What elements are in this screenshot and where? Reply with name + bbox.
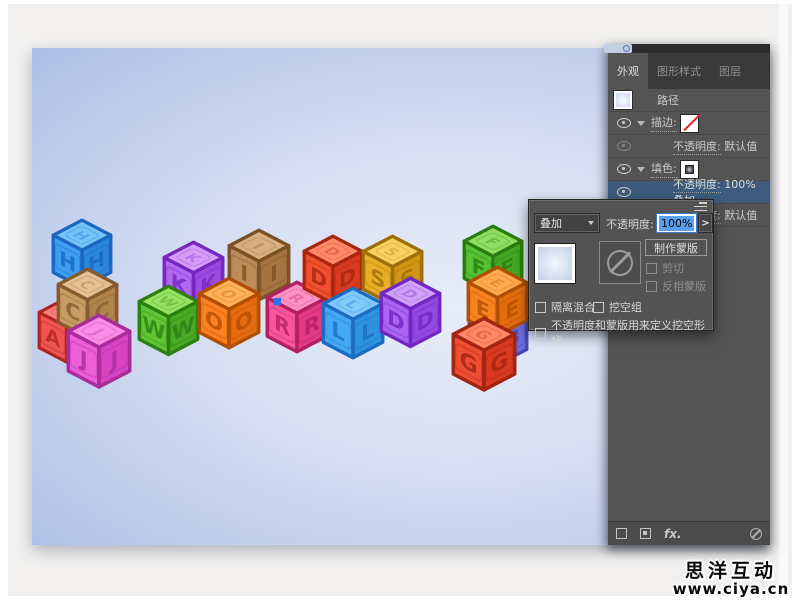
fill-gradient-swatch[interactable] (681, 161, 698, 178)
knockout-group-checkbox[interactable] (593, 302, 604, 313)
opacity-spinner-button[interactable]: > (698, 213, 713, 233)
eye-icon (617, 187, 631, 197)
popup-menu-icon[interactable] (694, 202, 707, 211)
letter-block-o[interactable]: OOO (198, 277, 260, 350)
chevron-down-icon[interactable] (637, 167, 645, 172)
clip-checkbox (646, 263, 657, 274)
row-stroke-opacity[interactable]: 不透明度: 默认值 (608, 135, 770, 158)
isolate-blending-checkbox-row[interactable]: 隔离混合 (535, 299, 595, 315)
stroke-none-swatch[interactable] (681, 115, 698, 132)
collapse-circle-icon (623, 45, 630, 52)
invert-mask-checkbox-row: 反相蒙版 (646, 278, 706, 294)
knockout-shape-checkbox[interactable] (535, 328, 546, 339)
row-stroke[interactable]: 描边: (608, 112, 770, 135)
panel-collapse-nub[interactable] (604, 44, 632, 53)
add-effect-fx-icon[interactable]: fx. (664, 527, 682, 541)
invert-mask-label: 反相蒙版 (662, 278, 706, 294)
no-mask-icon (607, 250, 633, 276)
letter-block-w[interactable]: WWW (138, 285, 199, 357)
blend-mode-dropdown[interactable]: 叠加 (534, 213, 600, 233)
visibility-toggle[interactable] (613, 187, 635, 197)
visibility-toggle[interactable] (613, 118, 635, 128)
object-thumbnail (534, 243, 576, 284)
opacity-input[interactable]: 100% (656, 213, 697, 233)
tab-appearance[interactable]: 外观 (608, 53, 648, 89)
opacity-default-value: 默认值 (724, 209, 757, 222)
chevron-down-icon[interactable] (637, 121, 645, 126)
clear-appearance-icon[interactable] (750, 528, 762, 540)
knockout-shape-checkbox-row[interactable]: 不透明度和蒙版用来定义挖空形状 (535, 317, 713, 349)
clip-label: 剪切 (662, 260, 684, 276)
visibility-toggle[interactable] (613, 164, 635, 174)
letter-block-j[interactable]: JJJ (67, 314, 131, 390)
letter-block-l[interactable]: LLL (322, 287, 384, 360)
knockout-group-checkbox-row[interactable]: 挖空组 (593, 299, 642, 315)
transparency-popup: 叠加 不透明度: 100% > 制作蒙版 剪切 反相蒙版 隔离混合 挖空组 不透… (528, 199, 714, 331)
knockout-shape-label: 不透明度和蒙版用来定义挖空形状 (551, 317, 713, 349)
dropdown-chevron-icon (588, 221, 594, 225)
selection-anchor-dot[interactable] (274, 298, 281, 305)
add-fill-icon[interactable] (640, 528, 651, 539)
popup-opacity-label: 不透明度: (606, 216, 654, 232)
tab-graphic-styles[interactable]: 图形样式 (648, 53, 710, 89)
panel-dock-strip (608, 44, 770, 53)
row-path[interactable]: 路径 (608, 89, 770, 112)
eye-icon (617, 118, 631, 128)
watermark-brand: 思洋互动 (667, 562, 795, 582)
add-stroke-icon[interactable] (616, 528, 627, 539)
path-label: 路径 (657, 92, 679, 108)
opacity-link[interactable]: 不透明度: (673, 140, 721, 155)
letter-block-d[interactable]: DDD (380, 277, 441, 349)
svg-text:J: J (108, 346, 118, 376)
path-thumbnail (614, 91, 632, 109)
right-margin-strip (779, 4, 788, 596)
opacity-input-value: 100% (659, 216, 694, 231)
watermark: 思洋互动 www.ciya.cn (667, 562, 795, 598)
visibility-toggle[interactable] (613, 141, 635, 151)
clip-checkbox-row: 剪切 (646, 260, 684, 276)
invert-mask-checkbox (646, 281, 657, 292)
tab-layers[interactable]: 图层 (710, 53, 750, 89)
svg-text:J: J (78, 345, 88, 375)
isolate-blending-checkbox[interactable] (535, 302, 546, 313)
letter-block-g[interactable]: GGG (452, 317, 516, 393)
mask-thumbnail-disabled (599, 241, 641, 284)
watermark-url: www.ciya.cn (667, 582, 795, 598)
opacity-link[interactable]: 不透明度: (673, 178, 721, 193)
eye-icon-dimmed (617, 141, 631, 151)
panel-footer: fx. (608, 521, 770, 545)
isolate-blending-label: 隔离混合 (551, 299, 595, 315)
knockout-group-label: 挖空组 (609, 299, 642, 315)
blend-mode-value: 叠加 (540, 215, 562, 231)
opacity-default-value: 默认值 (724, 140, 757, 153)
panel-tab-bar: 外观 图形样式 图层 (608, 53, 770, 89)
make-mask-button[interactable]: 制作蒙版 (645, 239, 707, 256)
stroke-label[interactable]: 描边: (651, 114, 677, 132)
eye-icon (617, 164, 631, 174)
